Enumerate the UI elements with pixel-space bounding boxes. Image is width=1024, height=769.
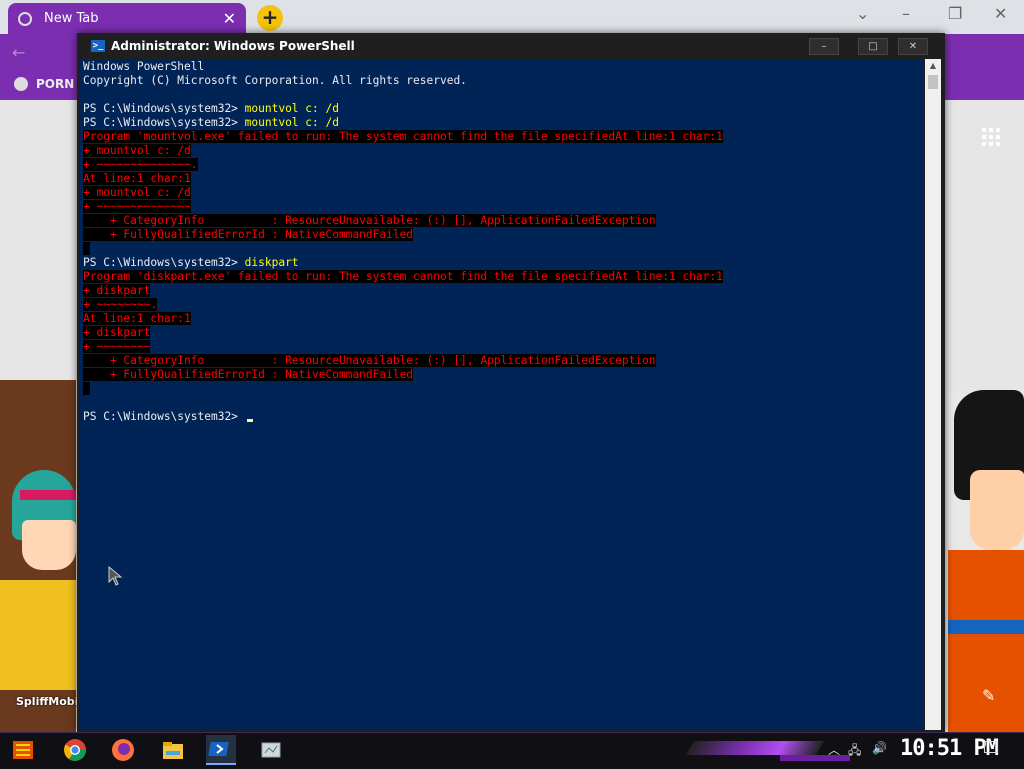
error-text: + ~~~~~~~~	[83, 340, 151, 353]
bookmark-label: PORN	[36, 77, 75, 91]
taskbar: ︿ 🖧 🔊 10:51 PM	[0, 732, 1024, 769]
console-line: + CategoryInfo : ResourceUnavailable: (:…	[83, 354, 723, 368]
command-text: mountvol c: /d	[244, 116, 339, 129]
error-text: + diskpart	[83, 326, 151, 339]
console-line: PS C:\Windows\system32>	[83, 410, 723, 424]
error-text: + CategoryInfo : ResourceUnavailable: (:…	[83, 214, 656, 227]
wallpaper-character-right	[948, 390, 1024, 732]
command-text: mountvol c: /d	[244, 102, 339, 115]
error-text: + FullyQualifiedErrorId : NativeCommandF…	[83, 368, 414, 381]
error-text: + ~~~~~~~~~~~~~~	[83, 200, 191, 213]
powershell-icon: >_	[91, 40, 105, 52]
error-text: + mountvol c: /d	[83, 144, 191, 157]
mouse-pointer-icon	[108, 566, 123, 586]
error-text: At line:1 char:1	[83, 312, 191, 325]
command-text: diskpart	[244, 256, 299, 269]
powershell-taskbar-icon[interactable]	[206, 735, 236, 765]
wallpaper-character-left	[0, 380, 76, 732]
console-line	[83, 242, 723, 256]
error-text: + mountvol c: /d	[83, 186, 191, 199]
file-explorer-icon[interactable]	[158, 735, 188, 765]
tab-strip: New Tab ✕ + ⌄ – ❐ ✕	[0, 0, 1024, 34]
prompt-text: PS C:\Windows\system32>	[83, 256, 245, 269]
console-line: + FullyQualifiedErrorId : NativeCommandF…	[83, 228, 723, 242]
maximize-button[interactable]: □	[858, 38, 888, 55]
browser-close-icon[interactable]: ✕	[994, 4, 1007, 23]
error-text	[83, 382, 90, 395]
window-title: Administrator: Windows PowerShell	[111, 39, 355, 53]
chrome-icon[interactable]	[60, 735, 90, 765]
volume-icon[interactable]: 🔊	[872, 741, 887, 755]
scrollbar-thumb[interactable]	[928, 75, 938, 89]
console-line: + FullyQualifiedErrorId : NativeCommandF…	[83, 368, 723, 382]
console-line: At line:1 char:1	[83, 312, 723, 326]
browser-minimize-icon[interactable]: –	[902, 4, 910, 23]
console-line: + mountvol c: /d	[83, 144, 723, 158]
error-text: Program 'diskpart.exe' failed to run: Th…	[83, 270, 723, 283]
console-line: + mountvol c: /d	[83, 186, 723, 200]
prompt-text: PS C:\Windows\system32>	[83, 116, 245, 129]
powershell-titlebar[interactable]: >_ Administrator: Windows PowerShell – □…	[77, 33, 945, 59]
console-line: + diskpart	[83, 284, 723, 298]
firefox-icon[interactable]	[108, 735, 138, 765]
back-arrow-icon[interactable]: ←	[12, 43, 25, 62]
error-text: + diskpart	[83, 284, 151, 297]
console-scrollbar[interactable]: ▲	[925, 59, 941, 730]
error-text: + ~~~~~~~~.	[83, 298, 158, 311]
chrome-tab-icon	[18, 11, 32, 26]
console-line: Program 'mountvol.exe' failed to run: Th…	[83, 130, 723, 144]
console-line: + CategoryInfo : ResourceUnavailable: (:…	[83, 214, 723, 228]
console-line: + ~~~~~~~~~~~~~~	[83, 200, 723, 214]
error-text	[83, 242, 90, 255]
error-text: At line:1 char:1	[83, 172, 191, 185]
prompt-text: PS C:\Windows\system32>	[83, 410, 245, 423]
tray-chevron-icon[interactable]: ︿	[828, 741, 840, 758]
error-text: + FullyQualifiedErrorId : NativeCommandF…	[83, 228, 414, 241]
minimize-button[interactable]: –	[809, 38, 839, 55]
prompt-text: PS C:\Windows\system32>	[83, 102, 245, 115]
output-text: Copyright (C) Microsoft Corporation. All…	[83, 74, 467, 87]
tab-search-chevron-icon[interactable]: ⌄	[856, 4, 869, 23]
output-text: Windows PowerShell	[83, 60, 205, 73]
console-line: Copyright (C) Microsoft Corporation. All…	[83, 74, 723, 88]
console-line: PS C:\Windows\system32> mountvol c: /d	[83, 116, 723, 130]
network-icon[interactable]: 🖧	[848, 741, 861, 762]
start-icon[interactable]	[8, 735, 38, 765]
console-output[interactable]: Windows PowerShell Copyright (C) Microsof…	[79, 59, 923, 730]
error-text: + CategoryInfo : ResourceUnavailable: (:…	[83, 354, 656, 367]
console-text: Windows PowerShell Copyright (C) Microsof…	[83, 60, 723, 424]
new-tab-button[interactable]: +	[257, 5, 283, 31]
tab-close-icon[interactable]: ✕	[223, 10, 236, 26]
error-text: + ~~~~~~~~~~~~~~.	[83, 158, 198, 171]
notification-icon[interactable]	[984, 741, 998, 753]
browser-restore-icon[interactable]: ❐	[948, 4, 962, 23]
scroll-up-arrow-icon[interactable]: ▲	[925, 59, 941, 73]
console-line: + ~~~~~~~~.	[83, 298, 723, 312]
console-line: + diskpart	[83, 326, 723, 340]
text-cursor	[246, 419, 253, 422]
apps-grid-icon[interactable]	[982, 128, 1000, 146]
console-line: Program 'diskpart.exe' failed to run: Th…	[83, 270, 723, 284]
globe-icon	[14, 77, 28, 91]
close-button[interactable]: ✕	[898, 38, 928, 55]
console-line: At line:1 char:1	[83, 172, 723, 186]
app-icon[interactable]	[256, 735, 286, 765]
error-text: Program 'mountvol.exe' failed to run: Th…	[83, 130, 723, 143]
console-line	[83, 382, 723, 396]
taskbar-decoration	[685, 741, 825, 755]
console-line: PS C:\Windows\system32> diskpart	[83, 256, 723, 270]
powershell-window: >_ Administrator: Windows PowerShell – □…	[77, 33, 945, 732]
tab-title: New Tab	[44, 11, 99, 26]
customize-pencil-icon[interactable]: ✎	[982, 686, 1002, 706]
console-line: Windows PowerShell	[83, 60, 723, 74]
console-line: + ~~~~~~~~	[83, 340, 723, 354]
console-line: PS C:\Windows\system32> mountvol c: /d	[83, 102, 723, 116]
console-line: + ~~~~~~~~~~~~~~.	[83, 158, 723, 172]
bookmark-item[interactable]: PORN	[14, 77, 74, 91]
tab-new-tab[interactable]: New Tab ✕	[8, 3, 246, 34]
wallpaper-watermark: SpliffMobil	[16, 695, 83, 708]
